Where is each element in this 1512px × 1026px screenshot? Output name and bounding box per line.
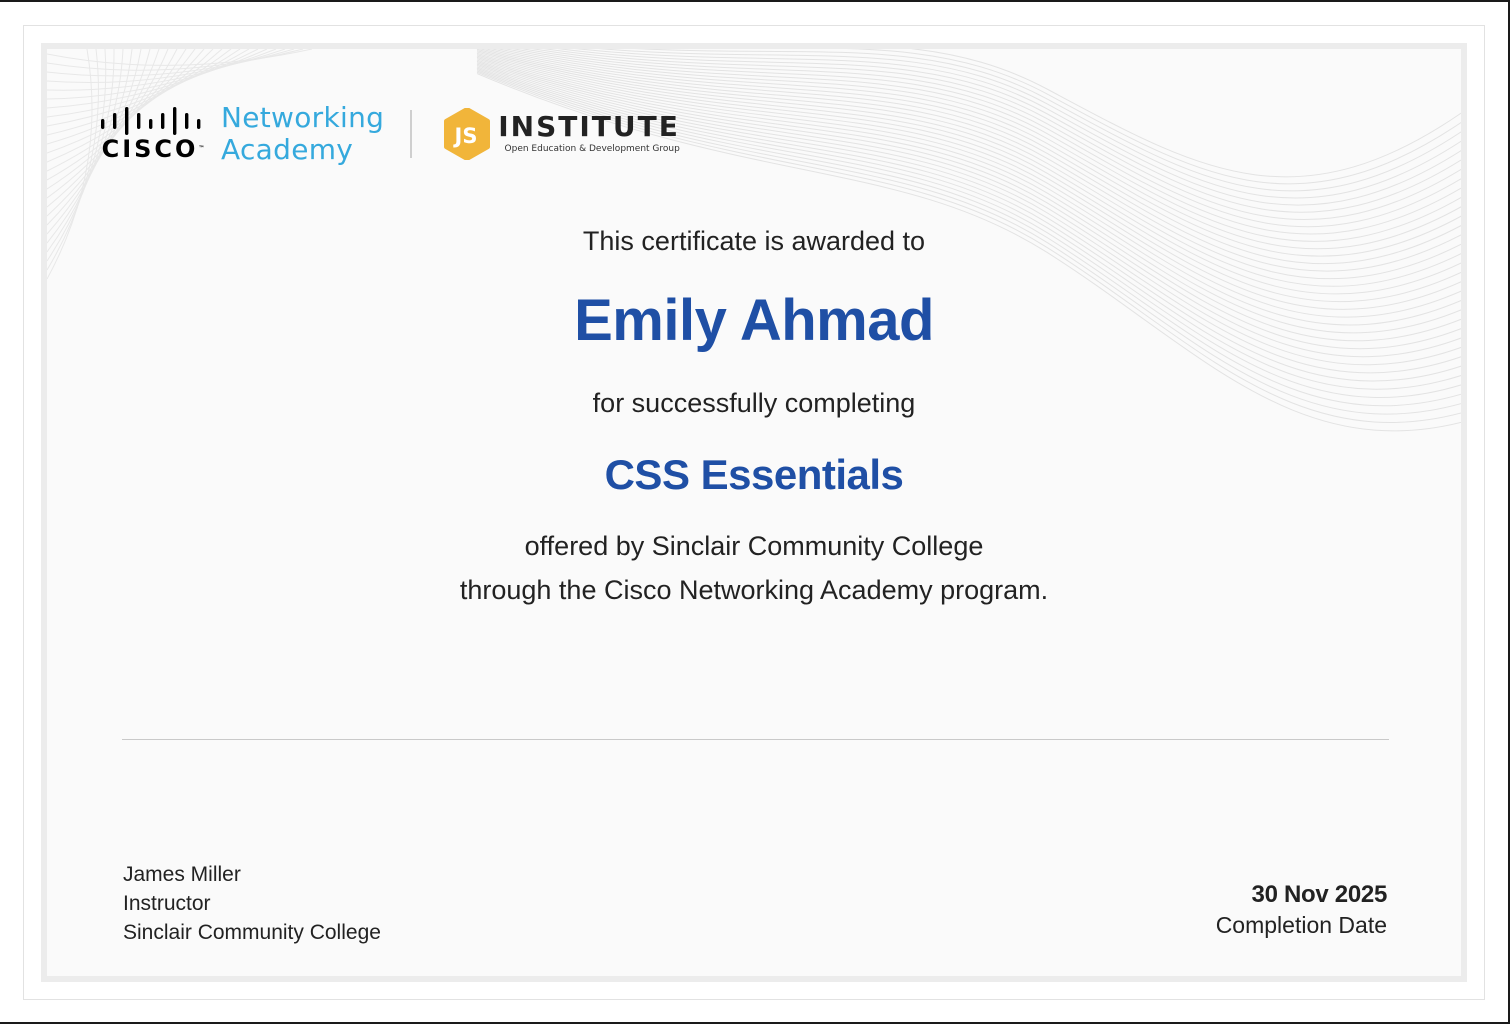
completion-date-block: 30 Nov 2025 Completion Date [1215,879,1388,941]
header-logos: CISCO™ Networking Academy JS INSTITUTE O… [99,99,680,169]
js-institute-logo: JS INSTITUTE Open Education & Developmen… [442,108,680,160]
js-hexagon-badge-icon: JS [442,108,492,160]
signer-title: Instructor [123,892,211,915]
js-institute-subtitle: Open Education & Development Group [504,144,680,154]
corner-hatch-line [47,49,313,66]
course-name: CSS Essentials [604,451,904,498]
signer-block: James Miller Instructor Sinclair Communi… [123,860,381,947]
signature-separator [122,739,1389,740]
completion-date: 30 Nov 2025 [1251,881,1388,908]
completion-date-label: Completion Date [1215,912,1387,938]
wave-pattern-background [47,49,1461,432]
networking-academy-wordmark: Networking Academy [221,102,384,166]
svg-text:JS: JS [453,124,478,148]
wave-line [476,51,1461,303]
offered-by-line: offered by Sinclair Community College [524,531,984,561]
signer-organization: Sinclair Community College [123,921,381,944]
certificate-frame: CISCO™ Networking Academy JS INSTITUTE O… [41,43,1467,982]
netacad-line-2: Academy [221,133,354,166]
completing-text: for successfully completing [592,388,916,418]
js-institute-title: INSTITUTE [498,110,680,143]
cisco-wordmark: CISCO™ [101,135,205,163]
signer-name: James Miller [123,863,241,886]
program-line: through the Cisco Networking Academy pro… [459,575,1049,605]
cisco-bridge-bars-icon [99,107,207,135]
recipient-name: Emily Ahmad [574,288,934,353]
netacad-line-1: Networking [221,101,385,134]
certificate-page: CISCO™ Networking Academy JS INSTITUTE O… [23,25,1485,1000]
logo-divider [410,110,413,158]
cisco-logo: CISCO™ [99,107,207,161]
awarded-to-text: This certificate is awarded to [582,226,926,256]
